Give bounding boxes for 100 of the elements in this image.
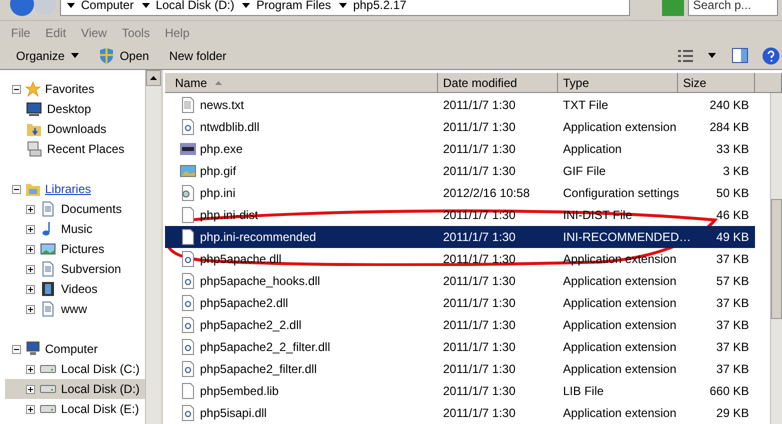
- expand-icon[interactable]: [26, 244, 35, 254]
- file-row[interactable]: php5apache_hooks.dll 2011/1/7 1:30 Application extension 57 KB: [165, 270, 755, 292]
- file-row[interactable]: php5apache2_2_filter.dll 2011/1/7 1:30 Application extension 37 KB: [165, 336, 755, 358]
- file-name: php5apache2.dll: [200, 295, 288, 312]
- date-cell-text: 2011/1/7 1:30: [443, 405, 516, 422]
- sort-ascending-icon: [215, 80, 222, 84]
- expand-icon[interactable]: [26, 264, 35, 274]
- file-name: php5apache2_filter.dll: [200, 361, 317, 378]
- breadcrumb[interactable]: Computer: [81, 0, 134, 14]
- nav-item[interactable]: Recent Places: [5, 139, 145, 159]
- file-name: php5apache2_2_filter.dll: [200, 339, 330, 356]
- help-icon[interactable]: [762, 46, 780, 64]
- nav-item[interactable]: Local Disk (D:): [5, 379, 145, 399]
- column-header[interactable]: Date modified: [438, 73, 558, 92]
- collapse-icon[interactable]: [12, 344, 21, 354]
- column-header[interactable]: Size: [678, 73, 755, 92]
- file-row[interactable]: php5apache2.dll 2011/1/7 1:30 Application extension 37 KB: [165, 292, 755, 314]
- expand-icon[interactable]: [26, 224, 35, 234]
- size-cell-text: 50 KB: [716, 185, 749, 202]
- nav-section[interactable]: Computer: [45, 340, 98, 358]
- breadcrumb[interactable]: php5.2.17: [353, 0, 406, 14]
- nav-item[interactable]: www: [5, 299, 145, 319]
- file-row[interactable]: php.gif 2011/1/7 1:30 GIF File 3 KB: [165, 160, 755, 182]
- scrollbar[interactable]: [770, 93, 782, 424]
- toolbar-button[interactable]: New folder: [159, 44, 236, 66]
- application-icon: [180, 141, 196, 157]
- type-cell-text: Application extension: [563, 339, 676, 356]
- nav-item[interactable]: Pictures: [5, 239, 145, 259]
- file-row[interactable]: php5isapi.dll 2011/1/7 1:30 Application extension 29 KB: [165, 402, 755, 424]
- file-icon: [180, 207, 196, 223]
- type-cell-text: Application extension: [563, 361, 676, 378]
- type-cell-text: GIF File: [563, 163, 606, 180]
- type-cell-text: Application extension: [563, 119, 676, 136]
- date-cell-text: 2011/1/7 1:30: [443, 251, 516, 268]
- scrollbar[interactable]: [145, 70, 161, 424]
- column-header[interactable]: Type: [558, 73, 678, 92]
- toolbar-button[interactable]: Organize: [6, 44, 89, 66]
- type-cell-text: Configuration settings: [563, 185, 680, 202]
- nav-item[interactable]: Music: [5, 219, 145, 239]
- scroll-up-button[interactable]: [146, 70, 161, 86]
- document-icon: [40, 261, 56, 277]
- nav-section[interactable]: Libraries: [45, 180, 92, 198]
- file-name: php5apache_hooks.dll: [200, 273, 320, 290]
- file-row[interactable]: php5embed.lib 2011/1/7 1:30 LIB File 660 KB: [165, 380, 755, 402]
- date-cell-text: 2011/1/7 1:30: [443, 207, 516, 224]
- folder-icon: [26, 121, 42, 137]
- file-icon: [180, 383, 196, 399]
- search-field[interactable]: Search p...: [688, 0, 778, 16]
- size-cell-text: 37 KB: [716, 295, 749, 312]
- document-icon: [40, 201, 56, 217]
- collapse-icon[interactable]: [12, 184, 21, 194]
- expand-icon[interactable]: [26, 204, 35, 214]
- star-icon: [25, 81, 41, 97]
- settings-file-icon: [180, 185, 196, 201]
- nav-item[interactable]: Local Disk (E:): [5, 399, 145, 419]
- size-cell-text: 29 KB: [716, 405, 749, 422]
- drive-icon: [40, 385, 56, 393]
- size-cell-text: 3 KB: [722, 163, 749, 180]
- preview-pane-icon[interactable]: [732, 48, 748, 63]
- size-cell-text: 37 KB: [716, 317, 749, 334]
- type-cell-text: Application extension: [563, 405, 676, 422]
- date-cell-text: 2011/1/7 1:30: [443, 273, 516, 290]
- expand-icon[interactable]: [26, 284, 35, 294]
- file-row[interactable]: php5apache2_2.dll 2011/1/7 1:30 Application extension 37 KB: [165, 314, 755, 336]
- nav-item[interactable]: Videos: [5, 279, 145, 299]
- file-row[interactable]: news.txt 2011/1/7 1:30 TXT File 240 KB: [165, 94, 755, 116]
- file-name: php.ini-recommended: [200, 229, 316, 246]
- breadcrumb[interactable]: Program Files: [256, 0, 332, 14]
- nav-item[interactable]: Documents: [5, 199, 145, 219]
- toolbar-button[interactable]: Open: [88, 44, 160, 66]
- file-name: ntwdblib.dll: [200, 119, 260, 136]
- date-cell-text: 2011/1/7 1:30: [443, 295, 516, 312]
- expand-icon[interactable]: [26, 304, 35, 314]
- caret-icon: [242, 2, 250, 8]
- nav-item[interactable]: Downloads: [5, 119, 145, 139]
- nav-item[interactable]: Desktop: [5, 99, 145, 119]
- file-row[interactable]: php5apache2_filter.dll 2011/1/7 1:30 Application extension 37 KB: [165, 358, 755, 380]
- file-name: php.ini: [200, 185, 236, 202]
- drive-icon: [40, 365, 56, 373]
- date-cell-text: 2011/1/7 1:30: [443, 97, 516, 114]
- view-list-icon[interactable]: [678, 48, 694, 62]
- file-row[interactable]: php.ini 2012/2/16 10:58 Configuration settings 50 KB: [165, 182, 755, 204]
- expand-icon[interactable]: [26, 384, 35, 394]
- column-header[interactable]: Name: [165, 73, 438, 92]
- file-row[interactable]: ntwdblib.dll 2011/1/7 1:30 Application extension 284 KB: [165, 116, 755, 138]
- size-cell-text: 660 KB: [710, 383, 749, 400]
- file-row[interactable]: php.ini-recommended 2011/1/7 1:30 INI-RECOMMENDED… 49 KB: [165, 226, 755, 248]
- file-row[interactable]: php.exe 2011/1/7 1:30 Application 33 KB: [165, 138, 755, 160]
- collapse-icon[interactable]: [12, 84, 21, 94]
- up-arrow-icon: [150, 76, 157, 80]
- address-bar[interactable]: Computer Local Disk (D:) Program Files php5.2.17: [60, 0, 630, 16]
- nav-item[interactable]: Local Disk (C:): [5, 359, 145, 379]
- date-cell-text: 2011/1/7 1:30: [443, 339, 516, 356]
- nav-item[interactable]: Subversion: [5, 259, 145, 279]
- size-cell-text: 49 KB: [716, 229, 749, 246]
- date-cell-text: 2011/1/7 1:30: [443, 361, 516, 378]
- breadcrumb[interactable]: Local Disk (D:): [156, 0, 234, 14]
- expand-icon[interactable]: [26, 364, 35, 374]
- expand-icon[interactable]: [26, 404, 35, 414]
- nav-section[interactable]: Favorites: [45, 80, 94, 98]
